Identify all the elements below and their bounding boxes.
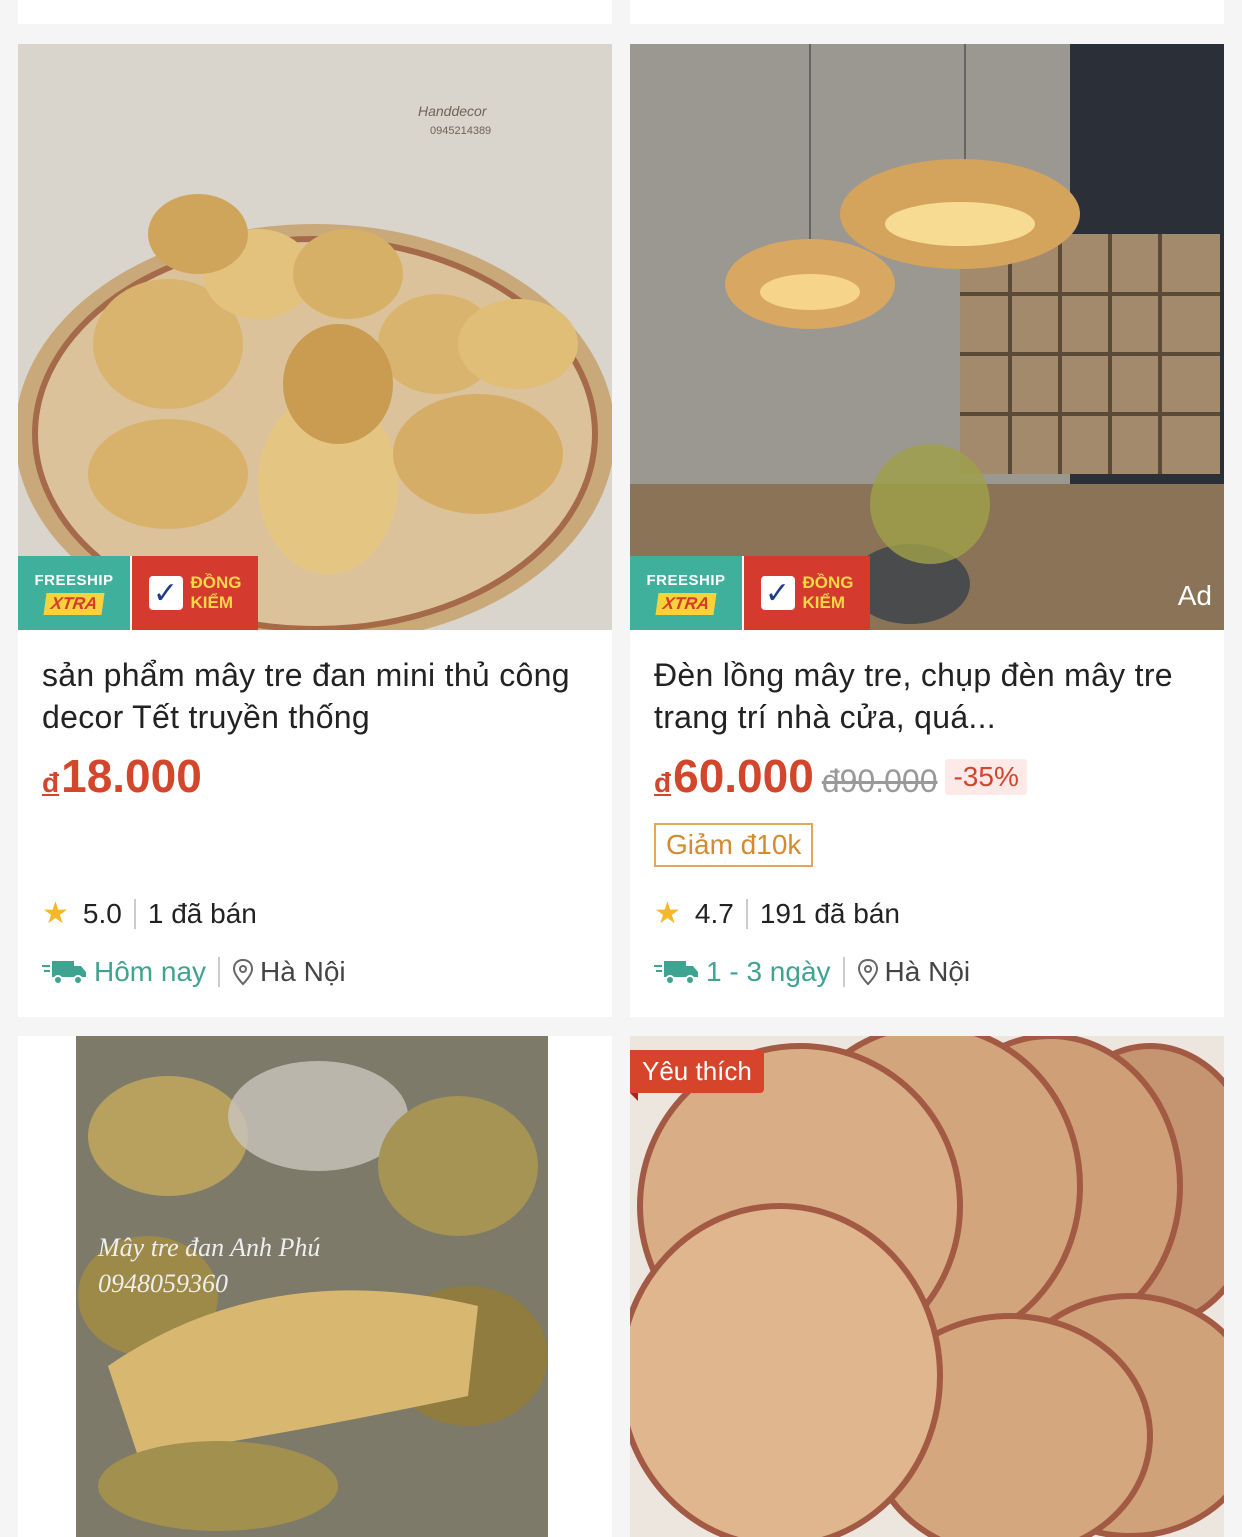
divider [745,898,748,929]
location-pin-icon [857,958,878,986]
shipping-row: 1 - 3 ngày Hà Nội [654,956,970,988]
freeship-xtra-badge: FREESHIP XTRA [18,556,130,630]
promo-badges: FREESHIP XTRA ✓ ĐỒNG KIỂM [630,556,870,630]
rating-value: 4.7 [694,897,734,929]
freeship-xtra-badge: FREESHIP XTRA [630,556,742,630]
sold-count: 191 đã bán [759,897,900,929]
price-row: đ18.000 [42,749,202,803]
svg-text:0948059360: 0948059360 [98,1269,228,1298]
divider [133,898,136,929]
divider [218,957,221,987]
product-card[interactable]: Mây tre đan Anh Phú 0948059360 [18,1036,612,1537]
shop-location: Hà Nội [884,956,971,987]
dong-kiem-badge: ✓ ĐỒNG KIỂM [130,556,258,630]
rating-row: ★ 5.0 1 đã bán [42,896,257,931]
product-price: đ18.000 [42,750,202,802]
product-image[interactable] [630,1036,1224,1537]
delivery-time: 1 - 3 ngày [706,956,831,987]
ad-label: Ad [1177,580,1212,611]
truck-icon [42,961,86,985]
product-title[interactable]: Đèn lồng mây tre, chụp đèn mây tre trang… [654,654,1202,738]
product-card-partial[interactable] [630,0,1224,24]
check-icon: ✓ [148,576,183,610]
product-image[interactable]: Mây tre đan Anh Phú 0948059360 [18,1036,612,1537]
shop-location: Hà Nội [260,956,346,987]
delivery-time: Hôm nay [94,956,207,987]
product-price: đ60.000 [654,750,814,802]
product-card[interactable]: Handdecor 0945214389 FREESHIP XTRA ✓ ĐỒN… [18,44,612,1017]
product-card[interactable]: Yêu thích [630,1036,1224,1537]
check-icon: ✓ [760,576,795,610]
voucher-tag: Giảm đ10k [654,823,814,867]
rating-value: 5.0 [82,897,122,929]
dong-kiem-badge: ✓ ĐỒNG KIỂM [742,556,870,630]
star-icon: ★ [654,897,681,930]
svg-text:Mây tre đan Anh Phú: Mây tre đan Anh Phú [97,1233,320,1262]
promo-badges: FREESHIP XTRA ✓ ĐỒNG KIỂM [18,556,258,630]
product-card-partial[interactable] [18,0,612,24]
svg-text:0945214389: 0945214389 [430,125,491,137]
location-pin-icon [233,958,254,986]
star-icon: ★ [42,897,69,930]
discount-badge: -35% [945,759,1027,795]
shipping-row: Hôm nay Hà Nội [42,956,346,988]
product-card[interactable]: FREESHIP XTRA ✓ ĐỒNG KIỂM Ad Đèn lồng mây… [630,44,1224,1017]
sold-count: 1 đã bán [147,897,257,929]
truck-icon [654,961,698,985]
price-row: đ60.000 đ90.000 -35% [654,749,1027,803]
original-price: đ90.000 [821,763,938,799]
rating-row: ★ 4.7 191 đã bán [654,896,900,931]
svg-text:Handdecor: Handdecor [418,103,488,119]
product-title[interactable]: sản phẩm mây tre đan mini thủ công decor… [42,654,590,738]
product-image[interactable] [630,44,1224,630]
favorite-badge: Yêu thích [630,1050,764,1101]
divider [842,957,845,987]
product-image[interactable]: Handdecor 0945214389 [18,44,612,630]
